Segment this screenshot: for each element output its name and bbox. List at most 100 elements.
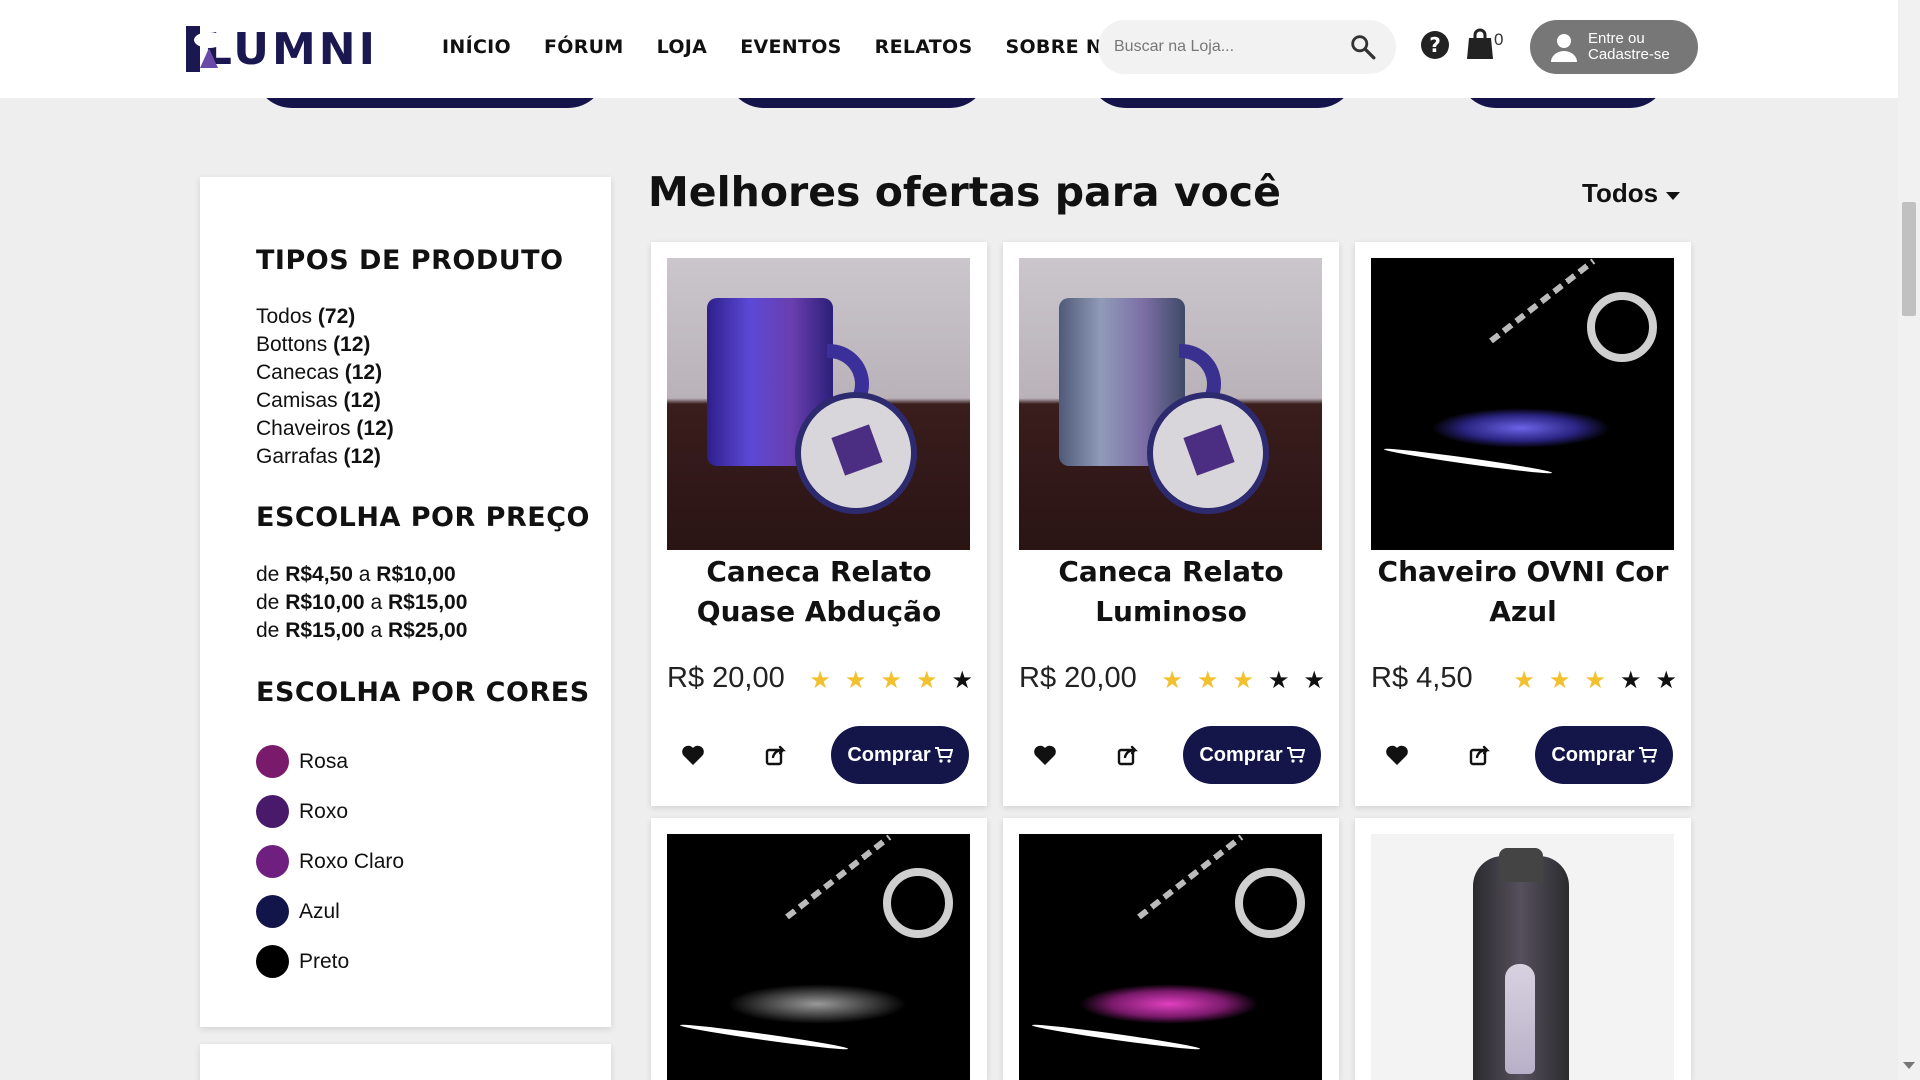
cart-icon xyxy=(1286,747,1305,763)
product-image[interactable] xyxy=(1371,258,1674,550)
product-price: R$ 20,00 xyxy=(1019,662,1137,694)
rating-stars: ★ ★ ★ ★ ★ xyxy=(1513,666,1677,695)
color-swatch xyxy=(256,745,289,778)
product-image[interactable] xyxy=(1019,258,1322,550)
nav-relatos[interactable]: RELATOS xyxy=(875,36,973,58)
share-icon[interactable] xyxy=(1469,744,1491,766)
product-card[interactable]: Chaveiro OVNI Cor Azul R$ 4,50 ★ ★ ★ ★ ★ Com… xyxy=(1355,242,1691,806)
color-option-azul[interactable]: Azul xyxy=(256,895,340,928)
color-swatch xyxy=(256,895,289,928)
color-option-preto[interactable]: Preto xyxy=(256,945,349,978)
product-types-list: Todos (72) Bottons (12) Canecas (12) Cam… xyxy=(256,303,394,471)
product-image[interactable] xyxy=(1019,834,1322,1080)
filter-sidebar: TIPOS DE PRODUTO Todos (72) Bottons (12)… xyxy=(200,177,611,1027)
user-icon xyxy=(1551,34,1577,62)
star-icon: ★ xyxy=(1196,667,1219,694)
star-icon: ★ xyxy=(1619,667,1642,694)
lumni-logo[interactable]: LUMNI xyxy=(186,23,378,75)
filter-type-todos[interactable]: Todos (72) xyxy=(256,303,394,331)
product-price: R$ 4,50 xyxy=(1371,662,1473,694)
price-range-list: de R$4,50 a R$10,00 de R$10,00 a R$15,00… xyxy=(256,561,467,645)
nav-inicio[interactable]: INÍCIO xyxy=(442,36,511,58)
sort-dropdown[interactable]: Todos xyxy=(1582,178,1681,209)
product-card[interactable]: Caneca Relato Luminoso R$ 20,00 ★ ★ ★ ★ ★ Co… xyxy=(1003,242,1339,806)
top-header: LUMNI INÍCIO FÓRUM LOJA EVENTOS RELATOS … xyxy=(0,0,1898,98)
star-icon: ★ xyxy=(1548,667,1571,694)
filter-type-canecas[interactable]: Canecas (12) xyxy=(256,359,394,387)
star-icon: ★ xyxy=(1584,667,1606,694)
star-icon: ★ xyxy=(880,667,902,694)
scroll-down-arrow-icon[interactable] xyxy=(1903,1062,1915,1069)
login-button[interactable]: Entre ou Cadastre-se xyxy=(1530,20,1698,74)
color-swatch xyxy=(256,795,289,828)
help-icon[interactable]: ? xyxy=(1420,30,1450,60)
product-name: Chaveiro OVNI Cor Azul xyxy=(1377,555,1669,628)
svg-text:?: ? xyxy=(1429,33,1441,57)
share-icon[interactable] xyxy=(765,744,787,766)
price-range-option[interactable]: de R$4,50 a R$10,00 xyxy=(256,561,467,589)
star-icon: ★ xyxy=(1267,667,1290,694)
price-range-option[interactable]: de R$15,00 a R$25,00 xyxy=(256,617,467,645)
buy-button[interactable]: Comprar xyxy=(1183,726,1321,784)
color-filter-title: ESCOLHA POR CORES xyxy=(256,677,590,708)
scrollbar-thumb[interactable] xyxy=(1902,202,1916,316)
star-icon: ★ xyxy=(1655,667,1677,694)
filter-type-garrafas[interactable]: Garrafas (12) xyxy=(256,443,394,471)
cart-count: 0 xyxy=(1494,30,1504,49)
star-icon: ★ xyxy=(809,667,831,694)
price-filter-title: ESCOLHA POR PREÇO xyxy=(256,502,590,533)
color-option-roxo[interactable]: Roxo xyxy=(256,795,348,828)
login-label: Entre ou Cadastre-se xyxy=(1588,30,1670,63)
main-nav: INÍCIO FÓRUM LOJA EVENTOS RELATOS SOBRE … xyxy=(442,36,1165,58)
product-card[interactable] xyxy=(1355,818,1691,1080)
product-image[interactable] xyxy=(667,834,970,1080)
heart-icon[interactable] xyxy=(1033,744,1057,766)
filter-type-bottons[interactable]: Bottons (12) xyxy=(256,331,394,359)
chevron-down-icon xyxy=(1666,191,1681,200)
price-range-option[interactable]: de R$10,00 a R$15,00 xyxy=(256,589,467,617)
star-icon: ★ xyxy=(1513,667,1535,694)
star-icon: ★ xyxy=(844,667,867,694)
filter-type-chaveiros[interactable]: Chaveiros (12) xyxy=(256,415,394,443)
color-option-roxo-claro[interactable]: Roxo Claro xyxy=(256,845,404,878)
product-image[interactable] xyxy=(1371,834,1674,1080)
nav-eventos[interactable]: EVENTOS xyxy=(740,36,841,58)
sort-value: Todos xyxy=(1582,178,1659,208)
star-icon: ★ xyxy=(951,667,973,694)
product-name: Caneca Relato Luminoso xyxy=(1058,555,1284,628)
product-card[interactable]: Caneca Relato Quase Abdução R$ 20,00 ★ ★ ★… xyxy=(651,242,987,806)
star-icon: ★ xyxy=(1161,667,1183,694)
sidebar-secondary-panel xyxy=(200,1044,611,1080)
buy-button[interactable]: Comprar xyxy=(1535,726,1673,784)
brand-name: LUMNI xyxy=(203,23,378,75)
ufo-logo-icon xyxy=(186,26,224,72)
star-icon: ★ xyxy=(1303,667,1325,694)
rating-stars: ★ ★ ★ ★ ★ xyxy=(809,666,973,695)
search-input[interactable] xyxy=(1114,34,1334,60)
filter-type-camisas[interactable]: Camisas (12) xyxy=(256,387,394,415)
color-option-rosa[interactable]: Rosa xyxy=(256,745,348,778)
star-icon: ★ xyxy=(1232,667,1254,694)
share-icon[interactable] xyxy=(1117,744,1139,766)
shopping-bag-icon[interactable] xyxy=(1466,28,1494,60)
store-search xyxy=(1098,20,1396,74)
rating-stars: ★ ★ ★ ★ ★ xyxy=(1161,666,1325,695)
product-card[interactable] xyxy=(1003,818,1339,1080)
product-price: R$ 20,00 xyxy=(667,662,785,694)
product-image[interactable] xyxy=(667,258,970,550)
heart-icon[interactable] xyxy=(1385,744,1409,766)
cart-icon xyxy=(1638,747,1657,763)
product-card[interactable] xyxy=(651,818,987,1080)
star-icon: ★ xyxy=(915,667,938,694)
cart-icon xyxy=(934,747,953,763)
search-icon[interactable] xyxy=(1350,34,1376,60)
heart-icon[interactable] xyxy=(681,744,705,766)
buy-button[interactable]: Comprar xyxy=(831,726,969,784)
page-scrollbar[interactable] xyxy=(1898,0,1920,1080)
nav-loja[interactable]: LOJA xyxy=(657,36,708,58)
page-title: Melhores ofertas para você xyxy=(648,168,1281,216)
color-swatch xyxy=(256,845,289,878)
color-swatch xyxy=(256,945,289,978)
product-name: Caneca Relato Quase Abdução xyxy=(696,555,942,628)
nav-forum[interactable]: FÓRUM xyxy=(544,36,624,58)
